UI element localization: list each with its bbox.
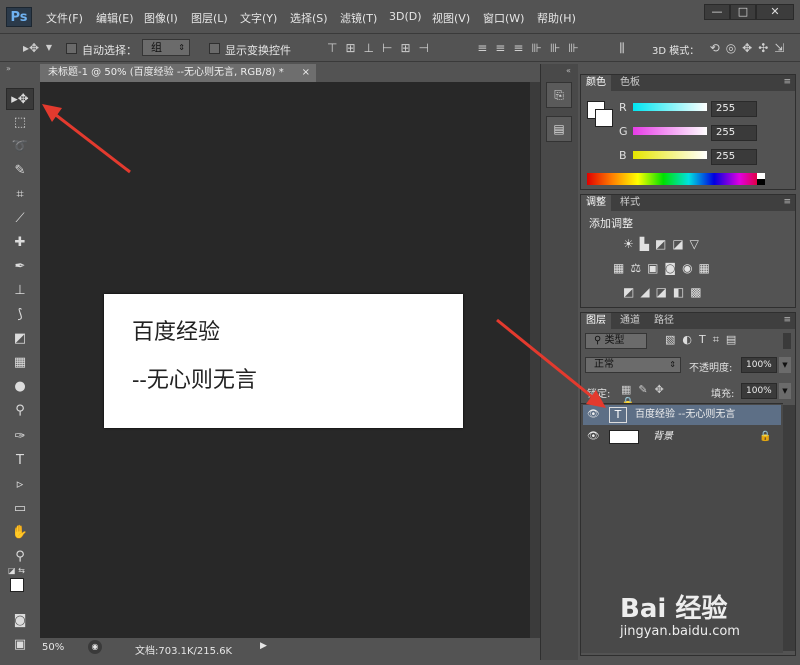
arrow-to-move-tool [42, 104, 131, 174]
annotation-arrows [42, 104, 606, 408]
arrow-to-text-layer [496, 318, 606, 408]
